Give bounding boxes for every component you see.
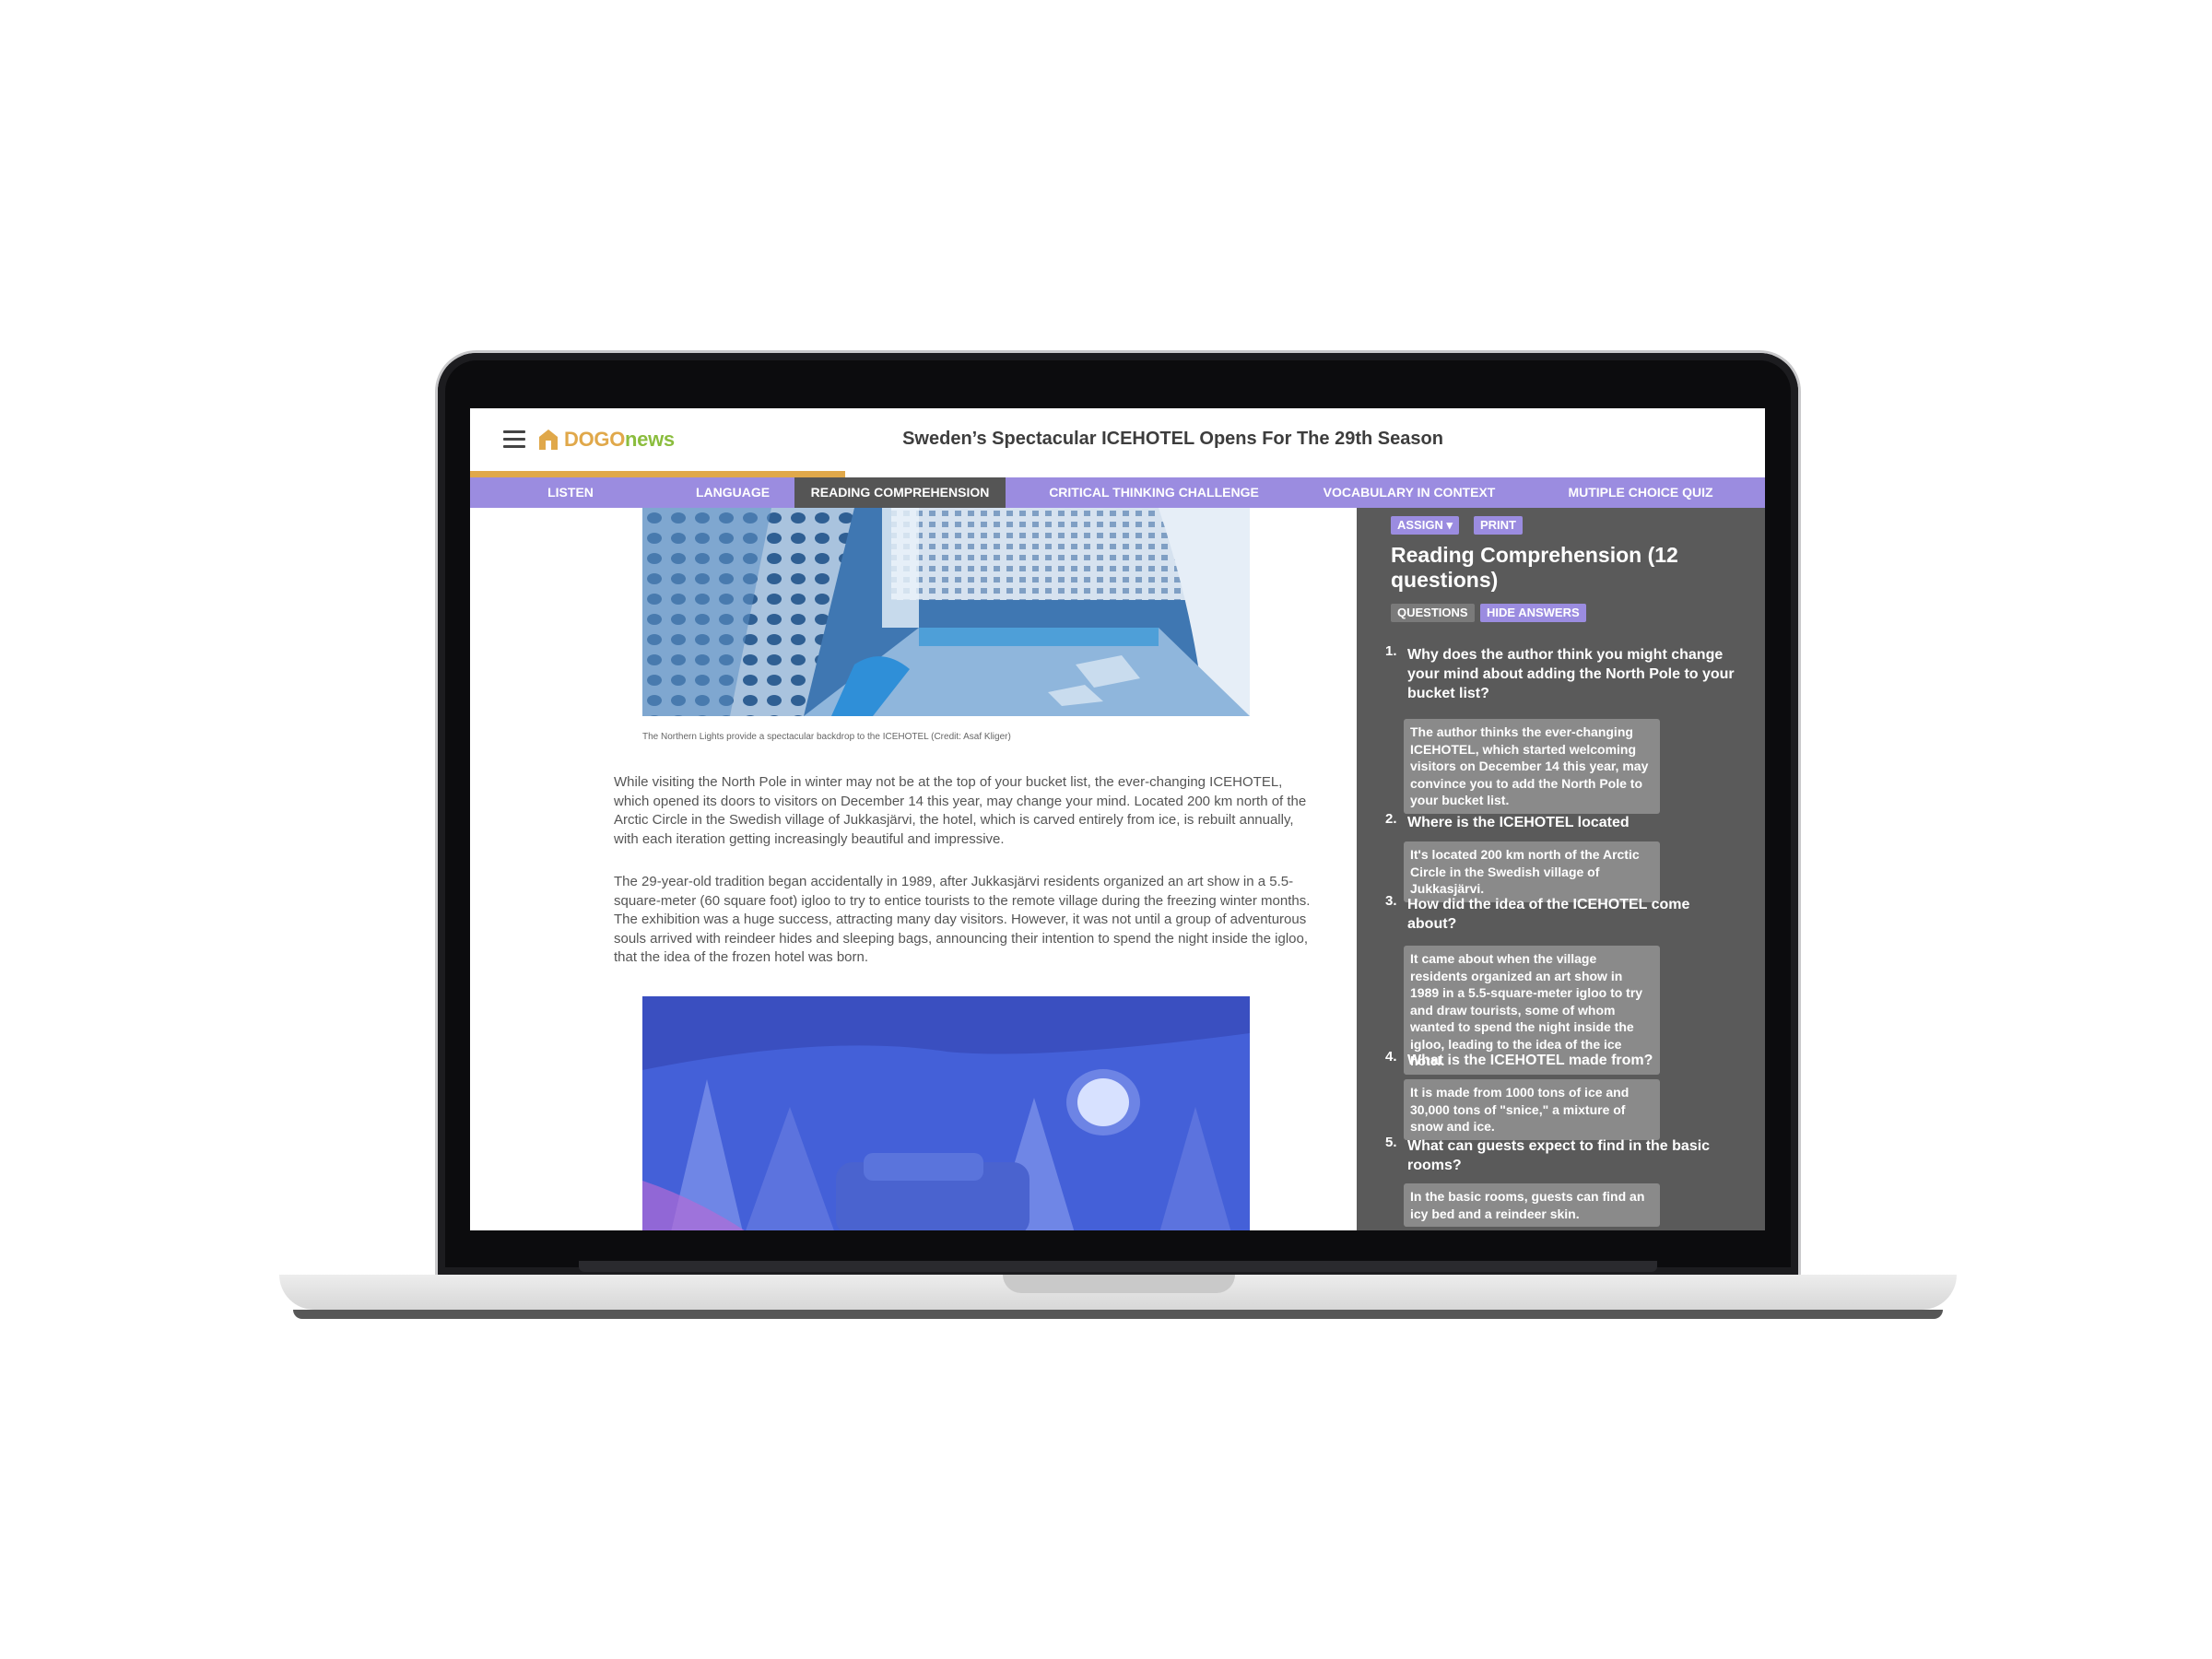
article-photo-ice-room xyxy=(642,996,1250,1230)
reading-comprehension-panel: ASSIGN ▾ PRINT Reading Comprehension (12… xyxy=(1357,508,1765,1230)
answer-box: It's located 200 km north of the Arctic … xyxy=(1404,841,1660,902)
tab-vocabulary-in-context[interactable]: VOCABULARY IN CONTEXT xyxy=(1302,477,1516,508)
article-paragraph-2: The 29-year-old tradition began accident… xyxy=(614,874,1311,965)
tab-critical-thinking-challenge[interactable]: CRITICAL THINKING CHALLENGE xyxy=(1006,477,1302,508)
tab-reading-comprehension[interactable]: READING COMPREHENSION xyxy=(794,477,1006,508)
laptop-base-shadow xyxy=(293,1310,1943,1319)
tab-multiple-choice-quiz[interactable]: MUTIPLE CHOICE QUIZ xyxy=(1516,477,1765,508)
answer-box: It is made from 1000 tons of ice and 30,… xyxy=(1404,1079,1660,1140)
tab-listen[interactable]: LISTEN xyxy=(470,477,671,508)
reading-progress-fill xyxy=(470,471,846,477)
question-number: 2. xyxy=(1385,811,1397,827)
question-number: 1. xyxy=(1385,643,1397,659)
answer-box: In the basic rooms, guests can find an i… xyxy=(1404,1183,1660,1227)
question-text: Where is the ICEHOTEL located xyxy=(1407,815,1630,830)
question-text: What is the ICEHOTEL made from? xyxy=(1407,1053,1653,1068)
photo-caption: The Northern Lights provide a spectacula… xyxy=(642,732,1011,742)
answer-box: The author thinks the ever-changing ICEH… xyxy=(1404,719,1660,814)
questions-button[interactable]: QUESTIONS xyxy=(1391,604,1475,622)
laptop-hinge xyxy=(579,1261,1657,1272)
reading-progress-bar xyxy=(470,471,1765,477)
question-text: How did the idea of the ICEHOTEL come ab… xyxy=(1407,897,1690,932)
page-title: Sweden’s Spectacular ICEHOTEL Opens For … xyxy=(902,429,1443,449)
panel-title: Reading Comprehension (12 questions) xyxy=(1391,543,1678,592)
article-paragraph-1: While visiting the North Pole in winter … xyxy=(614,774,1307,847)
hide-answers-button[interactable]: HIDE ANSWERS xyxy=(1480,604,1586,622)
tab-language[interactable]: LANGUAGE xyxy=(671,477,794,508)
article-content: The Northern Lights provide a spectacula… xyxy=(470,508,1357,1230)
laptop-screen: DOGOnews Sweden’s Spectacular ICEHOTEL O… xyxy=(470,408,1765,1230)
question-number: 3. xyxy=(1385,893,1397,909)
question-number: 4. xyxy=(1385,1049,1397,1065)
question-text: What can guests expect to find in the ba… xyxy=(1407,1138,1711,1173)
assign-button[interactable]: ASSIGN ▾ xyxy=(1391,516,1459,535)
top-bar: DOGOnews Sweden’s Spectacular ICEHOTEL O… xyxy=(470,408,1765,471)
tab-bar: LISTEN LANGUAGE READING COMPREHENSION CR… xyxy=(470,477,1765,508)
article-photo-ice-hallway xyxy=(642,508,1250,716)
question-number: 5. xyxy=(1385,1135,1397,1150)
question-text: Why does the author think you might chan… xyxy=(1407,647,1735,701)
laptop-notch xyxy=(1003,1275,1235,1293)
print-button[interactable]: PRINT xyxy=(1474,516,1523,535)
